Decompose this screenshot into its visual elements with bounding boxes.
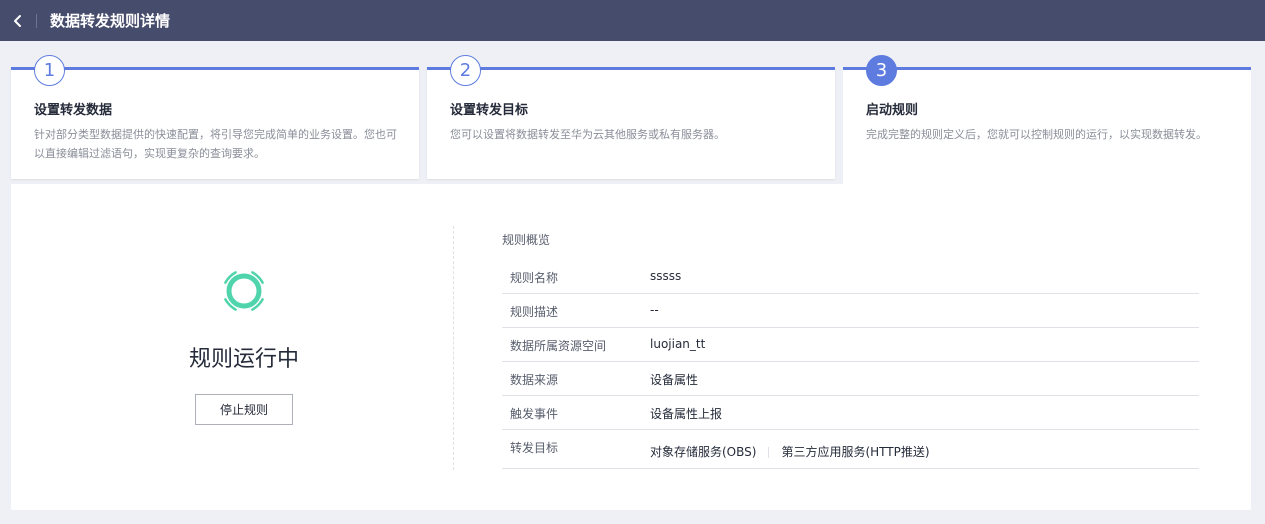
step-3-description: 完成完整的规则定义后，您就可以控制规则的运行，以实现数据转发。 [866,128,1207,141]
overview-row-trigger-event: 触发事件 设备属性上报 [502,396,1199,430]
step-1-number: 1 [34,55,65,86]
step-2-number: 2 [450,55,481,86]
overview-table: 规则名称 sssss 规则描述 -- 数据所属资源空间 luojian_tt 数… [502,260,1199,469]
back-button[interactable] [0,0,36,41]
overview-row-name: 规则名称 sssss [502,260,1199,294]
row-value: 设备属性 [650,373,699,387]
row-label: 触发事件 [510,407,559,421]
header-divider [36,13,37,28]
row-label: 数据来源 [510,373,559,387]
step-3-number: 3 [866,55,897,86]
overview-title: 规则概览 [502,233,551,247]
row-label: 转发目标 [510,441,559,455]
step-3: 3 启动规则 完成完整的规则定义后，您就可以控制规则的运行，以实现数据转发。 [843,55,1251,192]
rule-status-text: 规则运行中 [188,347,299,372]
step-2-title: 设置转发目标 [450,103,529,118]
row-value: 对象存储服务(OBS) 第三方应用服务(HTTP推送) [650,443,930,460]
page-title: 数据转发规则详情 [50,12,171,30]
rule-detail-panel: 规则运行中 停止规则 规则概览 规则名称 sssss 规则描述 -- 数据所属资… [11,184,1251,510]
overview-row-resource-space: 数据所属资源空间 luojian_tt [502,328,1199,362]
stop-rule-button[interactable]: 停止规则 [195,394,293,425]
step-2: 2 设置转发目标 您可以设置将数据转发至华为云其他服务或私有服务器。 [427,55,835,179]
step-1-title: 设置转发数据 [34,103,113,118]
row-value: luojian_tt [650,337,706,351]
row-value: sssss [650,269,682,283]
overview-row-targets: 转发目标 对象存储服务(OBS) 第三方应用服务(HTTP推送) [502,430,1199,469]
rule-status-area: 规则运行中 停止规则 [11,184,454,510]
chevron-left-icon [14,14,21,27]
target-separator [768,447,770,458]
target-http-push: 第三方应用服务(HTTP推送) [781,445,930,459]
row-label: 数据所属资源空间 [510,339,607,353]
overview-row-description: 规则描述 -- [502,294,1199,328]
header-bar: 数据转发规则详情 [0,0,1265,41]
row-label: 规则描述 [510,305,559,319]
row-label: 规则名称 [510,271,559,285]
step-1: 1 设置转发数据 针对部分类型数据提供的快速配置，将引导您完成简单的业务设置。您… [11,55,419,179]
vertical-divider [453,226,454,470]
step-2-description: 您可以设置将数据转发至华为云其他服务或私有服务器。 [450,128,725,141]
overview-row-data-source: 数据来源 设备属性 [502,362,1199,396]
step-1-description: 针对部分类型数据提供的快速配置，将引导您完成简单的业务设置。您也可以直接编辑过滤… [34,128,397,160]
running-spinner-icon [224,271,264,311]
target-obs: 对象存储服务(OBS) [650,445,757,459]
step-3-title: 启动规则 [866,103,919,118]
wizard-steps: 1 设置转发数据 针对部分类型数据提供的快速配置，将引导您完成简单的业务设置。您… [11,55,1251,192]
row-value: -- [650,303,659,317]
row-value: 设备属性上报 [650,407,723,421]
